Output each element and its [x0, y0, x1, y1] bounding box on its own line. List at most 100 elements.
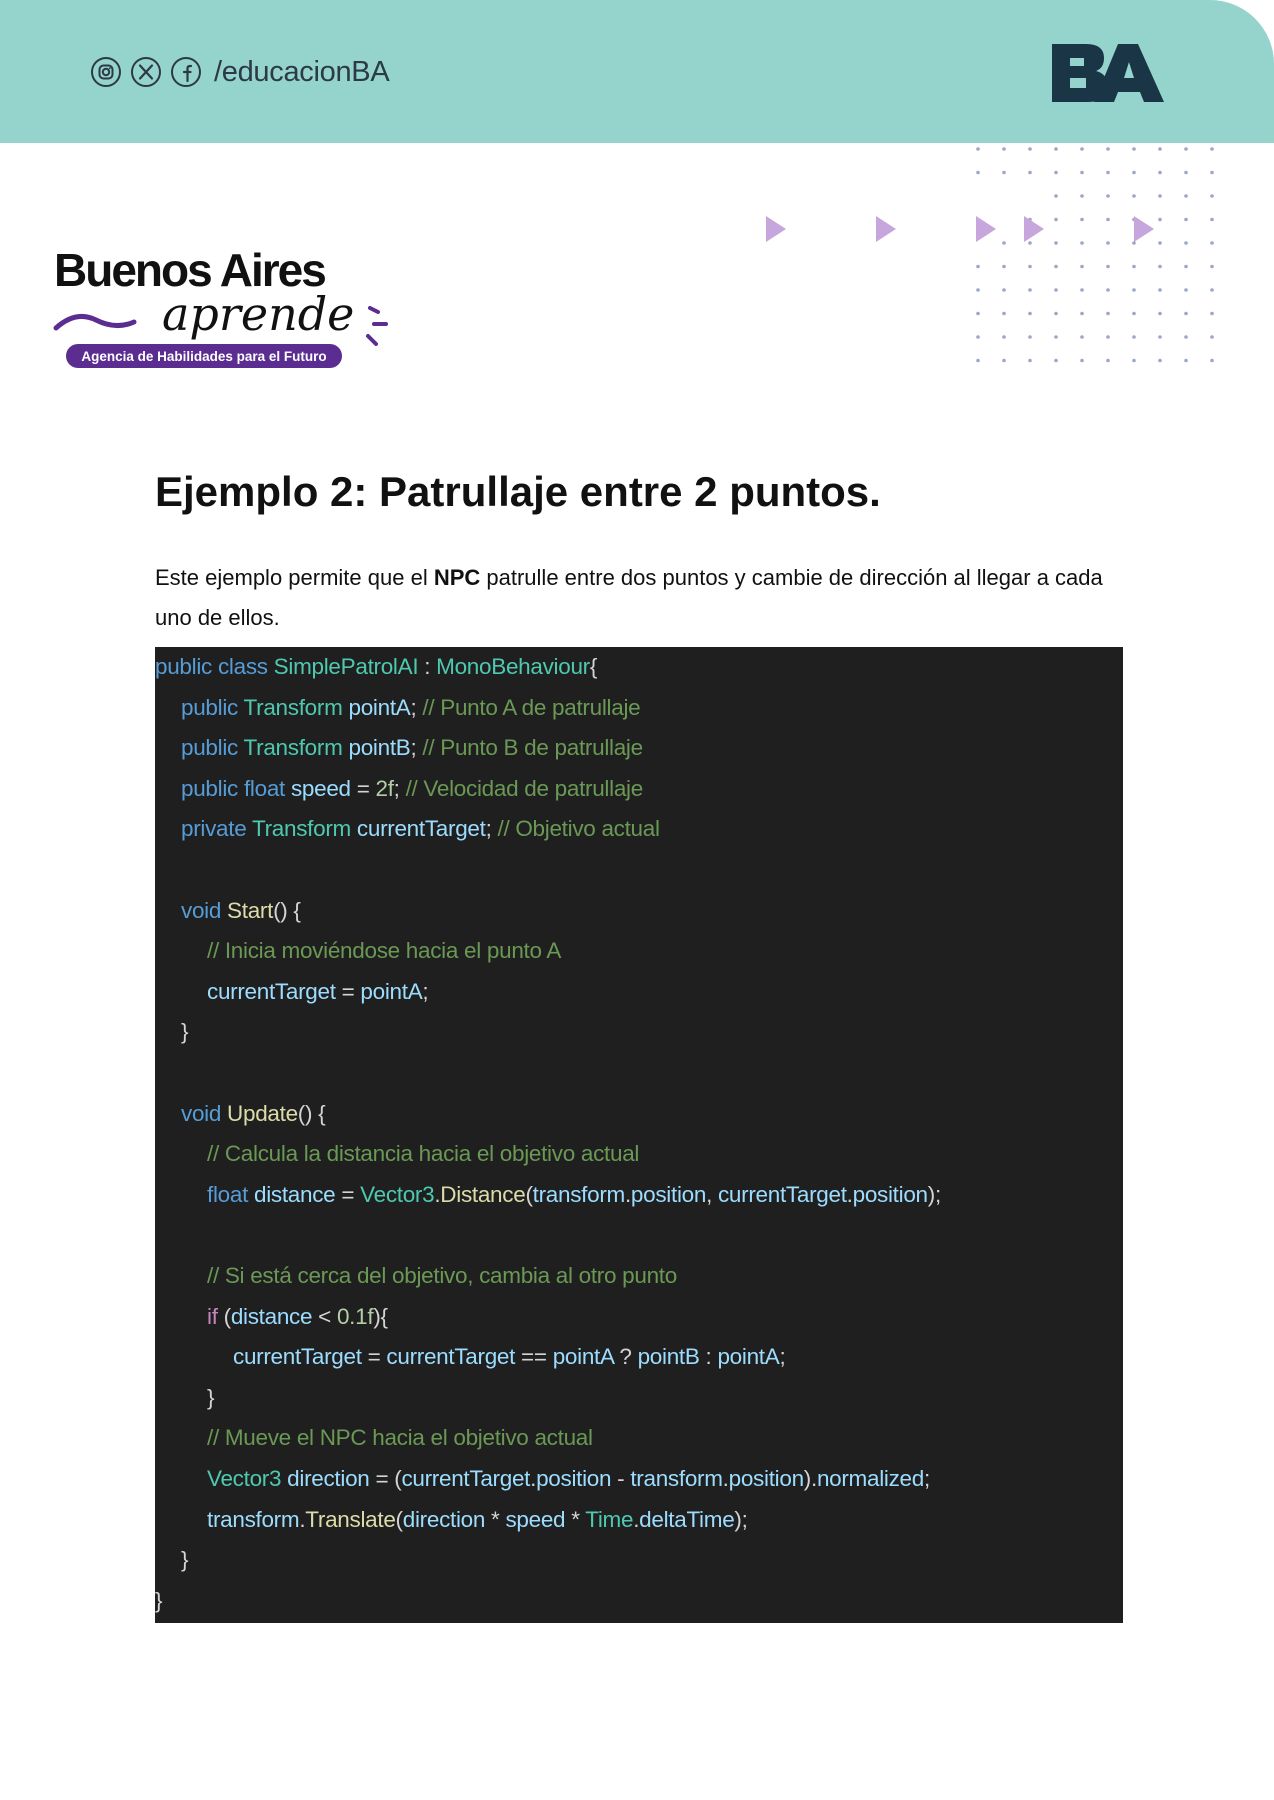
code-token: void — [181, 897, 228, 923]
code-token: currentTarget — [356, 816, 486, 842]
dot — [1184, 335, 1188, 339]
dot — [1132, 170, 1136, 175]
code-token: Transform — [243, 735, 349, 761]
code-token: = — [361, 1344, 387, 1370]
dot — [1054, 358, 1058, 363]
facebook-icon[interactable] — [170, 56, 202, 88]
code-token: = — [335, 978, 361, 1004]
code-token: MonoBehaviour — [436, 654, 590, 679]
code-line: // Inicia moviéndose hacia el punto A — [207, 931, 561, 971]
code-token: float — [243, 775, 291, 801]
code-token: } — [155, 1587, 163, 1613]
code-line: public Transform pointB; // Punto B de p… — [181, 728, 643, 768]
social-handle[interactable]: /educacionBA — [214, 56, 390, 89]
code-token: { — [589, 654, 598, 679]
code-token: // Si está cerca del objetivo, cambia al… — [207, 1263, 677, 1288]
code-line: void Update() { — [181, 1094, 326, 1134]
code-line: // Calcula la distancia hacia el objetiv… — [207, 1134, 639, 1174]
code-token: ; — [393, 775, 406, 801]
code-token: - — [611, 1466, 631, 1491]
code-token: private — [181, 816, 252, 842]
instagram-icon[interactable] — [90, 56, 122, 88]
decorative-dots — [976, 147, 1214, 363]
code-token: void — [181, 1100, 228, 1126]
code-token: currentTarget — [386, 1344, 516, 1370]
code-token: ; — [410, 694, 423, 720]
code-token: = — [335, 1181, 361, 1207]
code-token: // Punto B de patrullaje — [422, 735, 643, 761]
code-token: // Mueve el NPC hacia el objetivo actual — [207, 1425, 593, 1451]
dot — [1184, 147, 1188, 151]
dot — [1002, 147, 1006, 151]
code-token: position — [728, 1466, 804, 1491]
decorative-arrows — [766, 216, 1154, 242]
dot — [1028, 358, 1032, 363]
dot — [1210, 194, 1214, 198]
arrow-icon — [976, 216, 996, 242]
dot — [1158, 170, 1162, 175]
code-token: currentTarget — [717, 1181, 847, 1207]
code-token: ); — [734, 1506, 748, 1532]
dot — [1002, 170, 1006, 175]
code-token: SimplePatrolAI — [273, 654, 419, 679]
code-token: // Punto A de patrullaje — [422, 694, 641, 720]
code-token: float — [207, 1181, 254, 1207]
code-line: float distance = Vector3.Distance(transf… — [207, 1175, 941, 1215]
dot — [1080, 170, 1084, 175]
code-token: Distance — [440, 1181, 526, 1207]
code-token: : — [418, 654, 437, 679]
code-token: // Inicia moviéndose hacia el punto A — [207, 938, 562, 964]
dot — [1106, 147, 1110, 151]
code-block: public class SimplePatrolAI : MonoBehavi… — [155, 647, 1123, 1623]
dot — [976, 288, 980, 292]
code-token: transform — [630, 1466, 723, 1491]
code-token: Start — [227, 897, 274, 923]
dot — [1028, 311, 1032, 316]
code-token: ; — [485, 816, 498, 842]
code-line: } — [181, 1540, 189, 1580]
code-token: distance — [230, 1303, 313, 1329]
dot — [1210, 217, 1214, 222]
code-token: // Calcula la distancia hacia el objetiv… — [207, 1141, 640, 1167]
code-token: } — [181, 1019, 189, 1045]
code-line: } — [181, 1012, 189, 1052]
dot — [1106, 170, 1110, 175]
dot — [1054, 288, 1058, 292]
arrow-icon — [766, 216, 786, 242]
dot — [1106, 288, 1110, 292]
code-token: pointB — [348, 735, 411, 761]
code-line: Vector3 direction = (currentTarget.posit… — [207, 1459, 930, 1499]
dot — [1210, 241, 1214, 245]
dot — [1002, 288, 1006, 292]
code-line: public class SimplePatrolAI : MonoBehavi… — [155, 647, 597, 687]
code-token: distance — [253, 1181, 336, 1207]
code-token: () { — [297, 1100, 326, 1126]
intro-bold-npc: NPC — [433, 565, 481, 590]
code-token: pointA — [360, 978, 423, 1004]
code-token: 0.1f — [336, 1303, 374, 1329]
dot — [1184, 194, 1188, 198]
code-token: position — [852, 1181, 928, 1207]
code-token: normalized — [816, 1466, 924, 1491]
code-token: ? — [613, 1344, 638, 1370]
dot — [1132, 264, 1136, 269]
code-token: // Velocidad de patrullaje — [405, 775, 644, 801]
dot — [1002, 335, 1006, 339]
dot — [1132, 311, 1136, 316]
dot — [1080, 147, 1084, 151]
code-token: transform — [532, 1181, 626, 1207]
code-token: currentTarget — [233, 1344, 362, 1370]
code-token: ; — [410, 735, 423, 761]
x-icon[interactable] — [130, 56, 162, 88]
code-line: void Start() { — [181, 891, 301, 931]
code-token: pointA — [717, 1344, 780, 1370]
code-token: * — [565, 1506, 586, 1532]
code-token: ; — [422, 978, 429, 1004]
dot — [1132, 194, 1136, 198]
code-token: Transform — [243, 694, 349, 720]
code-token: Vector3 — [360, 1181, 435, 1207]
code-token: public — [181, 735, 244, 761]
code-token: pointA — [348, 694, 411, 720]
dot — [1184, 217, 1188, 222]
dot — [1106, 264, 1110, 269]
